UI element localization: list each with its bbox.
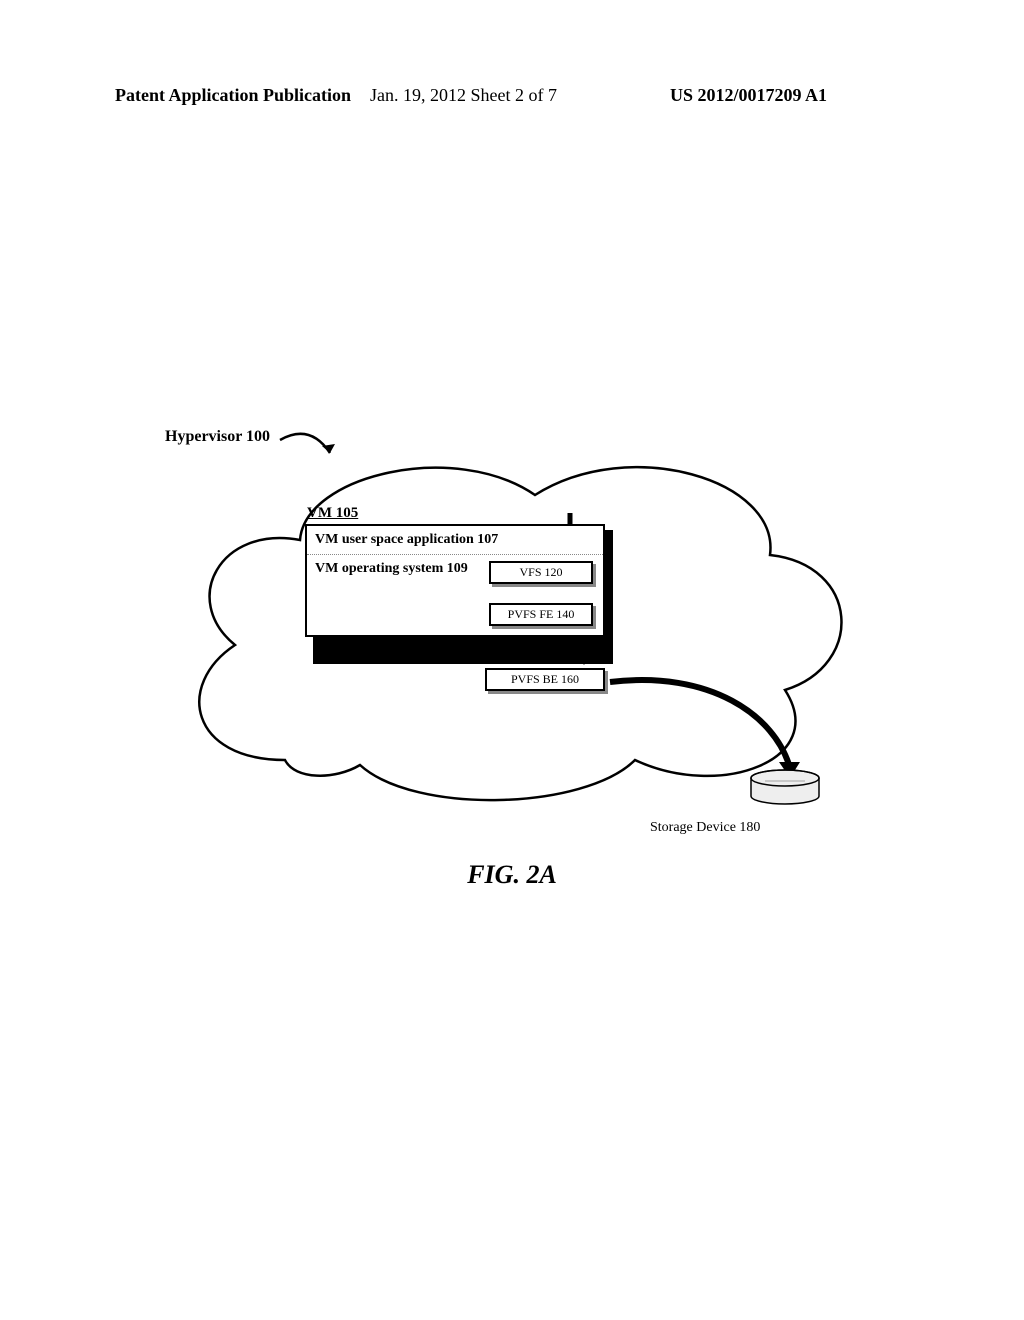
vm-label: VM 105	[305, 505, 611, 522]
vm-box: VM user space application 107 VM operati…	[305, 524, 605, 637]
pvfs-fe-box: PVFS FE 140	[489, 603, 593, 626]
storage-label: Storage Device 180	[650, 820, 760, 836]
header-patent-number: US 2012/0017209 A1	[670, 85, 827, 106]
vm-os-label: VM operating system 109 VFS 120 PVFS FE …	[307, 555, 603, 635]
header-date-sheet: Jan. 19, 2012 Sheet 2 of 7	[370, 85, 557, 106]
hypervisor-label: Hypervisor 100	[165, 428, 270, 446]
pvfs-be-box: PVFS BE 160	[485, 668, 605, 691]
page: Patent Application Publication Jan. 19, …	[0, 0, 1024, 1320]
arrow-icon	[275, 428, 355, 468]
vm-container: VM 105 VM user space application 107 VM …	[305, 505, 611, 637]
storage-cylinder-icon	[745, 768, 825, 808]
vm-user-space-label: VM user space application 107	[307, 526, 603, 555]
figure-caption: FIG. 2A	[0, 860, 1024, 890]
vm-os-text: VM operating system 109	[315, 561, 468, 576]
header-publication: Patent Application Publication	[115, 85, 351, 106]
vfs-box: VFS 120	[489, 561, 593, 584]
figure-diagram: Hypervisor 100 VM 105 VM user space appl…	[120, 400, 900, 880]
